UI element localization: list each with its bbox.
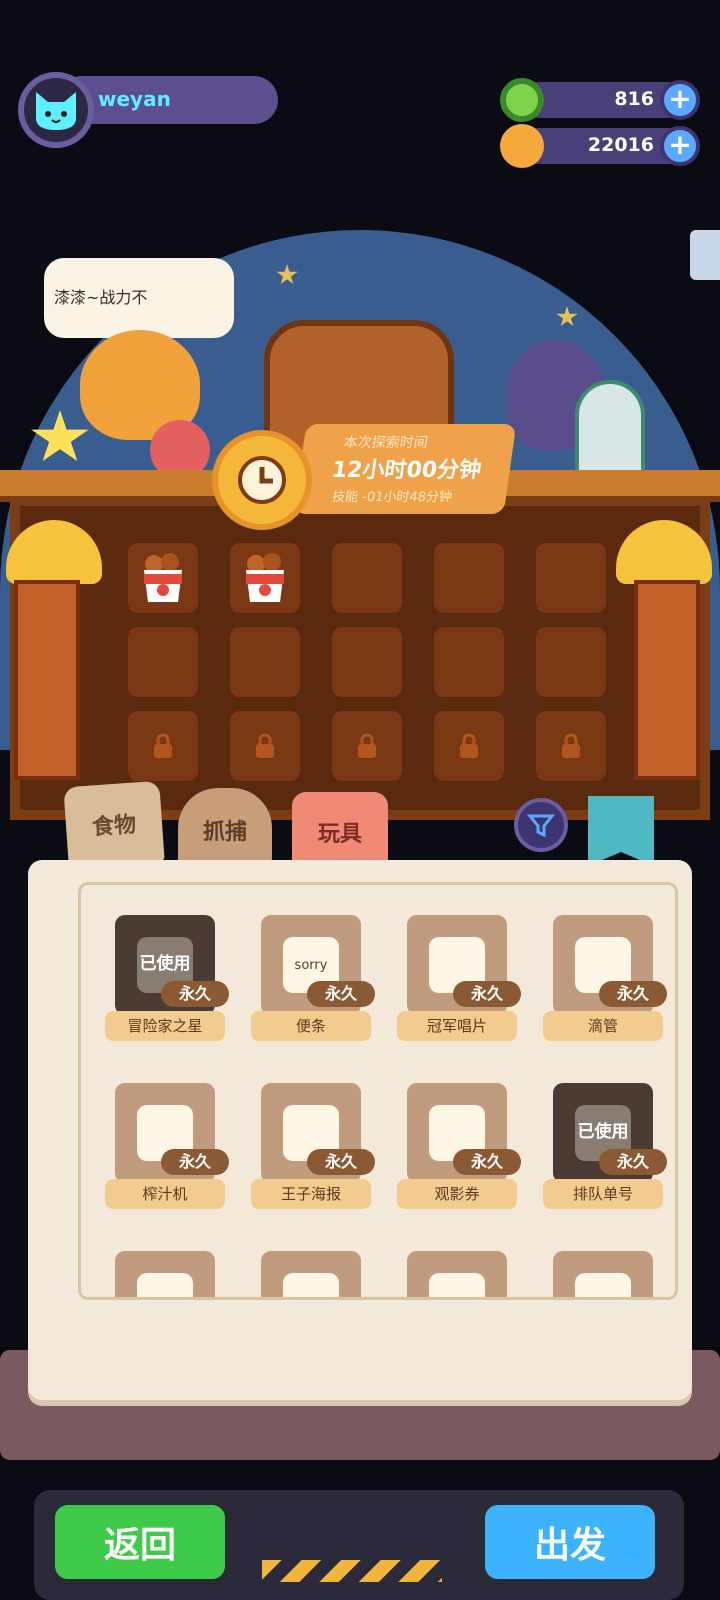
item-card[interactable]: 永久观影券 xyxy=(397,1083,521,1223)
item-card[interactable]: 永久王子海报 xyxy=(251,1083,375,1223)
chicken-bucket-icon xyxy=(246,553,284,602)
item-card[interactable] xyxy=(105,1251,225,1297)
permanent-badge: 永久 xyxy=(161,981,229,1007)
timer-skill: 技能 -01小时48分钟 xyxy=(330,490,453,505)
slot-empty[interactable] xyxy=(536,627,606,697)
item-card[interactable]: 已使用永久冒险家之星 xyxy=(105,915,229,1055)
item-name: 滴管 xyxy=(543,1011,663,1041)
lock-icon xyxy=(460,733,478,758)
item-name: 排队单号 xyxy=(543,1179,663,1209)
speech-text: 漆漆~战力不 xyxy=(54,288,148,307)
item-name: 冠军唱片 xyxy=(397,1011,517,1041)
tab-label: 食物 xyxy=(91,812,137,841)
card-icon xyxy=(283,1273,339,1297)
cookie-icon xyxy=(137,1273,193,1297)
hazard-stripe xyxy=(262,1560,442,1582)
pen-icon xyxy=(575,1273,631,1297)
permanent-badge: 永久 xyxy=(453,1149,521,1175)
slot-locked[interactable] xyxy=(434,711,504,781)
paper-icon xyxy=(429,1273,485,1297)
item-card[interactable]: 永久榨汁机 xyxy=(105,1083,229,1223)
item-card[interactable]: 永久冠军唱片 xyxy=(397,915,521,1055)
permanent-badge: 永久 xyxy=(599,981,667,1007)
permanent-badge: 永久 xyxy=(453,981,521,1007)
back-label: 返回 xyxy=(103,1525,176,1566)
item-card[interactable] xyxy=(397,1251,517,1297)
back-button[interactable]: 返回 xyxy=(50,1500,230,1584)
book-page: 已使用 永久 冒险家之星 sorry 永久 便条 永久 冠军唱片 永久 滴管 永久 榨汁机 永久 王子海报… xyxy=(28,860,692,1400)
item-card[interactable]: 已使用永久排队单号 xyxy=(543,1083,667,1223)
slot-empty[interactable] xyxy=(434,543,504,613)
tab-label: 玩具 xyxy=(317,822,362,847)
item-image xyxy=(115,1251,215,1297)
slot-empty[interactable] xyxy=(128,627,198,697)
slot-locked[interactable] xyxy=(128,711,198,781)
player-name: weyan xyxy=(98,87,171,111)
filter-button[interactable] xyxy=(514,798,568,852)
item-name: 便条 xyxy=(251,1011,371,1041)
slot-empty[interactable] xyxy=(434,627,504,697)
item-card[interactable] xyxy=(251,1251,371,1297)
lock-icon xyxy=(358,733,376,758)
avatar[interactable] xyxy=(18,72,94,148)
speech-bubble: 漆漆~战力不 xyxy=(44,258,234,338)
lock-icon xyxy=(562,733,580,758)
tab-label: 抓捕 xyxy=(202,820,247,845)
go-label: 出发 xyxy=(533,1525,606,1566)
used-label: 已使用 xyxy=(139,954,191,974)
item-book: 已使用 永久 冒险家之星 sorry 永久 便条 永久 冠军唱片 永久 滴管 永久 榨汁机 永久 王子海报… xyxy=(0,850,720,1490)
timer-title: 本次探索时间 xyxy=(342,435,429,451)
slot-locked[interactable] xyxy=(536,711,606,781)
clock-icon xyxy=(238,456,286,504)
gold-planet-icon xyxy=(500,124,544,168)
item-name: 榨汁机 xyxy=(105,1179,225,1209)
currency-gems: 816 + xyxy=(500,78,700,122)
item-card[interactable]: sorry 永久 便条 xyxy=(251,915,375,1055)
cat-face-icon xyxy=(36,92,76,130)
slot-empty[interactable] xyxy=(536,543,606,613)
coin-count: 22016 xyxy=(587,134,654,156)
add-gems-button[interactable]: + xyxy=(660,80,700,120)
gem-count: 816 xyxy=(614,88,654,110)
green-donut-icon xyxy=(500,78,544,122)
used-label: 已使用 xyxy=(577,1122,629,1142)
explore-scene: 漆漆~战力不 本次探索时间 12小时00分钟 技能 -01小时48分钟 xyxy=(0,190,720,830)
go-button[interactable]: 出发 xyxy=(480,1500,660,1584)
rocket-toy-icon xyxy=(575,380,645,480)
slot-locked[interactable] xyxy=(230,711,300,781)
slot-empty[interactable] xyxy=(332,627,402,697)
slot-locked[interactable] xyxy=(332,711,402,781)
item-grid: 已使用 永久 冒险家之星 sorry 永久 便条 永久 冠军唱片 永久 滴管 永久 榨汁机 永久 王子海报… xyxy=(78,882,678,1300)
banner-left xyxy=(14,580,80,780)
lock-icon xyxy=(154,733,172,758)
slot-filled[interactable] xyxy=(230,543,300,613)
slot-filled[interactable] xyxy=(128,543,198,613)
filter-icon xyxy=(527,814,555,838)
explore-timer: 本次探索时间 12小时00分钟 技能 -01小时48分钟 xyxy=(293,424,517,514)
permanent-badge: 永久 xyxy=(161,1149,229,1175)
lock-icon xyxy=(256,733,274,758)
add-coins-button[interactable]: + xyxy=(660,126,700,166)
item-name: 观影券 xyxy=(397,1179,517,1209)
slot-empty[interactable] xyxy=(230,627,300,697)
slot-empty[interactable] xyxy=(332,543,402,613)
item-name: 王子海报 xyxy=(251,1179,371,1209)
permanent-badge: 永久 xyxy=(307,1149,375,1175)
item-card[interactable] xyxy=(543,1251,663,1297)
permanent-badge: 永久 xyxy=(307,981,375,1007)
item-card[interactable]: 永久滴管 xyxy=(543,915,667,1055)
item-image xyxy=(407,1251,507,1297)
currency-coins: 22016 + xyxy=(500,124,700,168)
player-profile[interactable]: weyan xyxy=(18,72,278,148)
chicken-bucket-icon xyxy=(144,553,182,602)
item-image xyxy=(553,1251,653,1297)
item-image xyxy=(261,1251,361,1297)
banner-right xyxy=(634,580,700,780)
timer-duration: 12小时00分钟 xyxy=(330,458,483,483)
clock-badge xyxy=(212,430,312,530)
item-name: 冒险家之星 xyxy=(105,1011,225,1041)
permanent-badge: 永久 xyxy=(599,1149,667,1175)
